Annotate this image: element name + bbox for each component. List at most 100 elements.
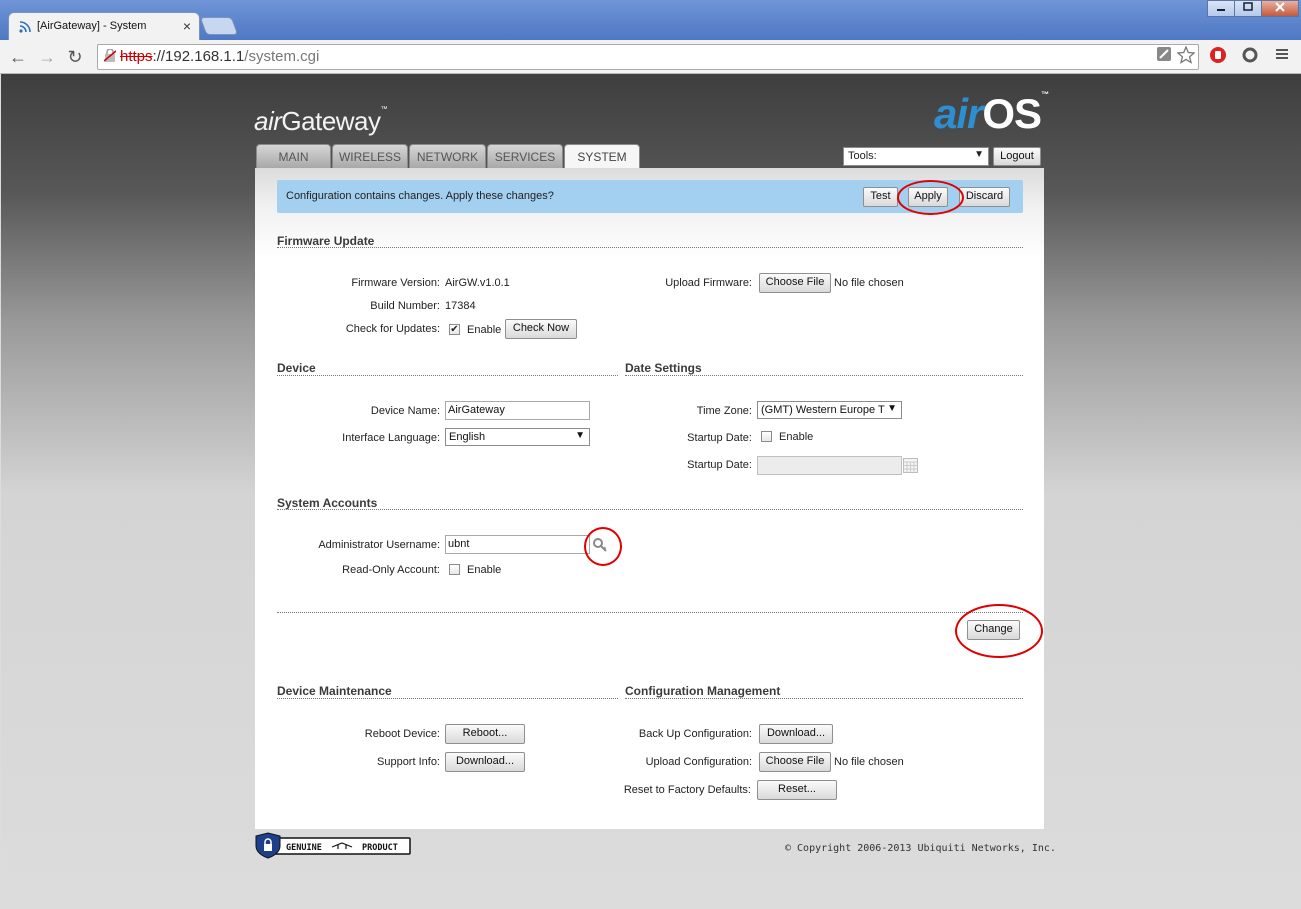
bookmark-star-icon[interactable] (1176, 45, 1196, 66)
rss-favicon-icon (19, 20, 32, 33)
accounts-bottom-divider (277, 612, 1023, 613)
build-number-label: Build Number: (370, 300, 440, 312)
check-updates-checkbox[interactable]: ✔ (449, 324, 460, 335)
product-text: PRODUCT (362, 843, 398, 853)
accounts-divider (277, 509, 1023, 510)
config-choose-file-button[interactable]: Choose File (759, 752, 831, 772)
accounts-section-title: System Accounts (277, 496, 378, 510)
maintenance-section-title: Device Maintenance (277, 684, 392, 698)
readonly-enable-label: Enable (467, 564, 502, 576)
maximize-button[interactable] (1234, 0, 1262, 17)
airos-logo: airOS™ (934, 90, 1049, 138)
startup-date-label-2: Startup Date: (687, 459, 752, 471)
upload-config-label: Upload Configuration: (645, 756, 752, 768)
interface-language-select[interactable]: English ▼ (445, 428, 590, 446)
device-name-label: Device Name: (370, 405, 440, 417)
check-now-button[interactable]: Check Now (505, 319, 577, 339)
admin-username-label: Administrator Username: (318, 539, 440, 551)
chevron-down-icon: ▼ (974, 149, 984, 160)
extension-ring-icon[interactable] (1240, 46, 1260, 66)
device-name-input[interactable]: AirGateway (445, 401, 590, 420)
copyright-text: © Copyright 2006-2013 Ubiquiti Networks,… (785, 843, 1056, 854)
time-zone-select[interactable]: (GMT) Western Europe T ▼ (757, 401, 902, 419)
config-divider (625, 698, 1023, 699)
chevron-down-icon: ▼ (887, 403, 897, 414)
date-divider (625, 375, 1023, 376)
admin-username-input[interactable]: ubnt (445, 535, 590, 554)
new-tab-button[interactable] (199, 17, 239, 35)
tools-select-label: Tools: (848, 150, 877, 162)
reset-button[interactable]: Reset... (757, 780, 837, 800)
tab-title: [AirGateway] - System (37, 20, 147, 32)
config-section-title: Configuration Management (625, 684, 781, 698)
brand-tm: ™ (380, 106, 388, 113)
tab-system[interactable]: SYSTEM (564, 144, 640, 170)
support-info-label: Support Info: (377, 756, 440, 768)
url-path: /system.cgi (244, 48, 320, 65)
firmware-choose-file-button[interactable]: Choose File (759, 273, 831, 293)
tab-wireless[interactable]: WIRELESS (332, 144, 408, 169)
menu-icon[interactable] (1272, 46, 1292, 66)
forward-button[interactable]: → (36, 47, 58, 68)
startup-date-input[interactable] (757, 456, 902, 475)
backup-config-label: Back Up Configuration: (638, 728, 752, 740)
time-zone-label: Time Zone: (696, 405, 752, 417)
readonly-account-checkbox[interactable] (449, 564, 460, 575)
changes-notice-message: Configuration contains changes. Apply th… (286, 190, 554, 202)
airos-os: OS (982, 90, 1042, 137)
browser-tab[interactable]: [AirGateway] - System × (8, 12, 200, 41)
genuine-product-badge: GENUINE PRODUCT (254, 832, 412, 859)
date-section-title: Date Settings (625, 361, 702, 375)
reload-button[interactable]: ↻ (64, 47, 86, 68)
reboot-device-label: Reboot Device: (364, 728, 440, 740)
check-updates-enable-label: Enable (467, 324, 502, 336)
apply-button[interactable]: Apply (908, 187, 948, 207)
check-updates-label: Check for Updates: (345, 323, 440, 335)
airgateway-logo: airGateway™ (254, 106, 387, 137)
backup-download-button[interactable]: Download... (759, 724, 833, 744)
firmware-version-label: Firmware Version: (351, 277, 440, 289)
window-close-button[interactable] (1261, 0, 1299, 17)
firmware-divider (277, 247, 1023, 248)
support-download-button[interactable]: Download... (445, 752, 525, 772)
change-button[interactable]: Change (967, 620, 1020, 640)
logout-button[interactable]: Logout (993, 147, 1041, 166)
discard-button[interactable]: Discard (959, 187, 1010, 207)
genuine-text: GENUINE (286, 843, 322, 853)
maintenance-divider (277, 698, 618, 699)
interface-language-value: English (449, 431, 486, 443)
upload-firmware-label: Upload Firmware: (665, 277, 752, 289)
startup-date-label: Startup Date: (687, 432, 752, 444)
tab-network[interactable]: NETWORK (409, 144, 486, 169)
minimize-button[interactable] (1207, 0, 1235, 17)
calendar-icon[interactable] (903, 458, 918, 473)
chevron-down-icon: ▼ (575, 430, 585, 441)
tab-services[interactable]: SERVICES (487, 144, 563, 169)
minimize-icon (1217, 9, 1225, 11)
tools-extension-icon[interactable] (1154, 46, 1174, 66)
reset-defaults-label: Reset to Factory Defaults: (623, 784, 751, 796)
adblock-icon[interactable] (1208, 46, 1228, 66)
url-text: https://192.168.1.1/system.cgi (120, 48, 319, 65)
interface-language-label: Interface Language: (342, 432, 440, 444)
close-icon (1275, 2, 1285, 12)
tab-main[interactable]: MAIN (256, 144, 331, 169)
key-icon[interactable] (592, 537, 608, 553)
url-scheme: https (120, 48, 153, 65)
airos-air: air (934, 90, 983, 137)
brand-air: air (254, 106, 282, 136)
back-button[interactable]: ← (7, 47, 29, 68)
firmware-no-file-text: No file chosen (834, 277, 904, 289)
test-button[interactable]: Test (863, 187, 898, 207)
airos-tm: ™ (1041, 90, 1049, 99)
build-number-value: 17384 (445, 300, 476, 312)
address-bar[interactable]: https://192.168.1.1/system.cgi (97, 44, 1199, 70)
reboot-button[interactable]: Reboot... (445, 724, 525, 744)
url-host: ://192.168.1.1 (152, 48, 245, 65)
device-section-title: Device (277, 361, 316, 375)
tab-close-icon[interactable]: × (183, 18, 191, 34)
startup-date-checkbox[interactable] (761, 431, 772, 442)
tools-select[interactable]: Tools: ▼ (843, 147, 989, 166)
time-zone-value: (GMT) Western Europe T (761, 404, 885, 416)
maximize-icon (1243, 2, 1253, 11)
